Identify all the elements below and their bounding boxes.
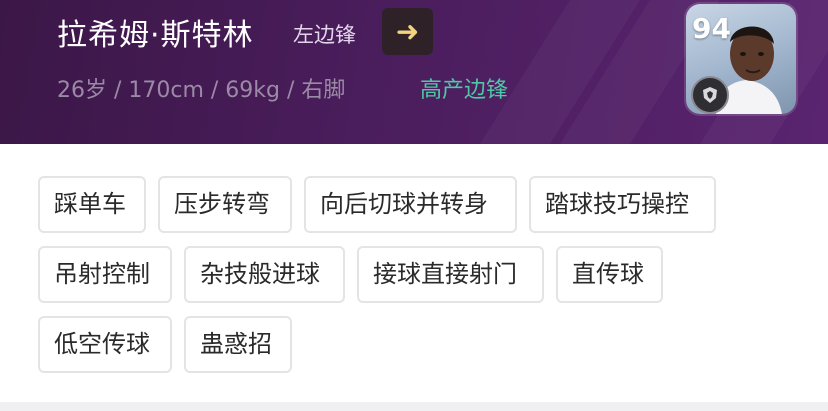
skill-chip[interactable]: 直传球 [556,246,663,303]
arrow-right-icon: ➜ [395,14,420,48]
skill-chip[interactable]: 蛊惑招 [184,316,292,373]
skill-chip[interactable]: 吊射控制 [38,246,172,303]
skill-chip[interactable]: 低空传球 [38,316,172,373]
player-card[interactable]: 94 [686,4,796,114]
player-header: 拉希姆·斯特林 左边锋 ➜ 26岁 / 170cm / 69kg / 右脚 高产… [0,0,828,144]
compare-button[interactable]: ➜ [382,8,433,55]
player-playstyle: 高产边锋 [420,78,509,103]
skill-chip[interactable]: 压步转弯 [158,176,292,233]
club-badge-icon [691,76,729,114]
player-rating: 94 [692,12,731,45]
player-position: 左边锋 [293,23,356,47]
skill-chip[interactable]: 向后切球并转身 [304,176,517,233]
skill-chip[interactable]: 接球直接射门 [357,246,544,303]
skill-chip[interactable]: 踏球技巧操控 [529,176,716,233]
skill-chip[interactable]: 踩单车 [38,176,146,233]
footer-divider [0,402,828,411]
skill-chip[interactable]: 杂技般进球 [184,246,345,303]
player-bio: 26岁 / 170cm / 69kg / 右脚 [57,78,346,103]
player-name: 拉希姆·斯特林 [57,18,254,53]
